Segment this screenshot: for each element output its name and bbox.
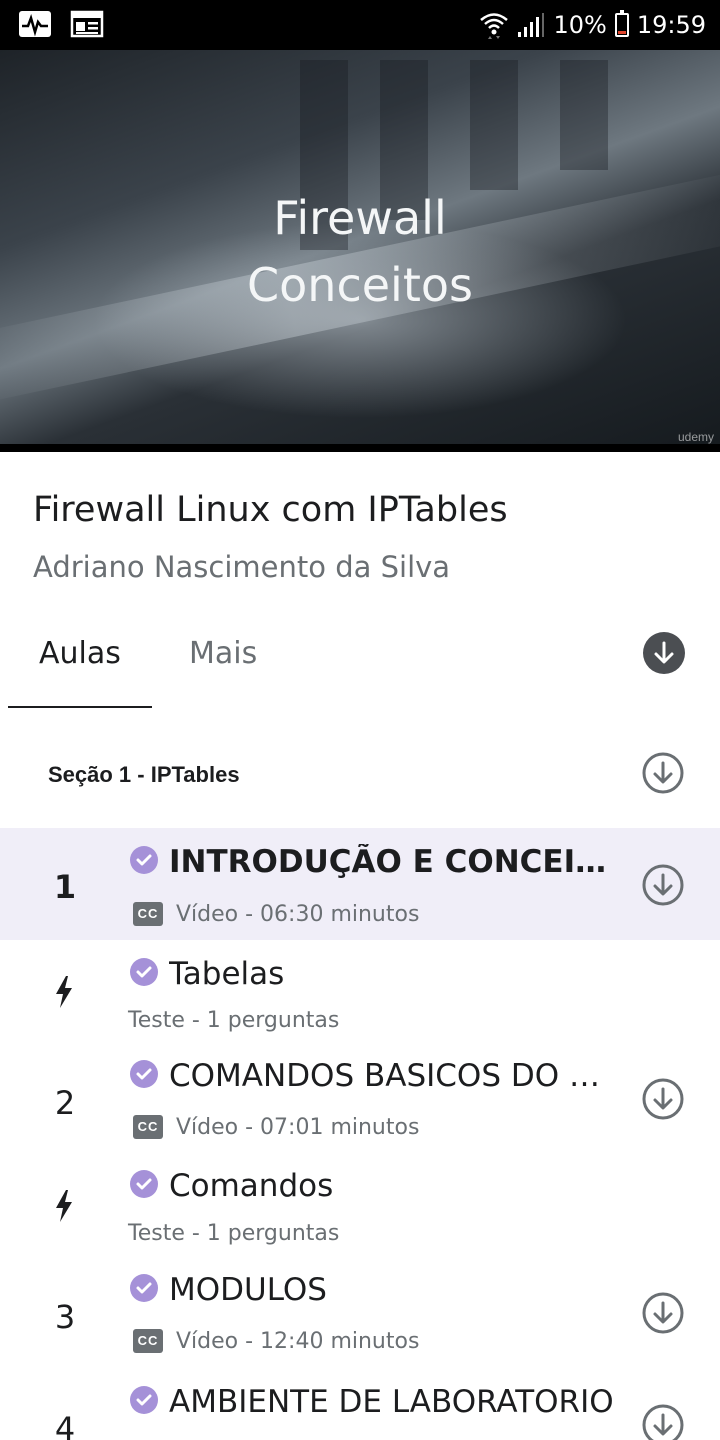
lesson-title: MODULOS [169,1272,327,1308]
video-watermark: udemy [677,430,714,444]
lesson-row[interactable]: 2 COMANDOS BASICOS DO IPTABLES CC Vídeo … [0,1048,720,1154]
signal-icon [518,13,545,37]
closed-captions-icon: CC [133,1115,163,1139]
video-title-line2: Conceitos [247,258,473,312]
lesson-download-button[interactable] [642,1078,684,1120]
download-icon [642,1292,684,1334]
closed-captions-icon: CC [133,1329,163,1353]
lesson-number: 3 [54,1298,76,1336]
tab-aulas[interactable]: Aulas [39,636,121,671]
quiz-bolt-icon [56,976,72,1008]
lesson-meta: Vídeo - 06:30 minutos [176,902,420,927]
lesson-row[interactable]: Comandos Teste - 1 perguntas [0,1154,720,1262]
lesson-number: 1 [53,868,77,906]
lesson-download-button[interactable] [642,1292,684,1334]
download-icon [642,1078,684,1120]
quiz-bolt-icon [56,1190,72,1222]
download-icon [642,1404,684,1440]
download-icon [642,864,684,906]
completed-check-icon [130,1170,158,1198]
completed-check-icon [130,1060,158,1088]
download-all-button[interactable] [643,632,685,674]
lesson-title: Comandos [169,1168,334,1204]
video-bottom-bar [0,444,720,452]
video-bg-shape [470,60,518,190]
lesson-row[interactable]: Tabelas Teste - 1 perguntas [0,940,720,1048]
wifi-icon [480,13,509,39]
completed-check-icon [130,1274,158,1302]
lesson-meta: Teste - 1 perguntas [128,1221,340,1246]
lesson-title: AMBIENTE DE LABORATORIO [169,1384,614,1420]
course-author[interactable]: Adriano Nascimento da Silva [33,550,450,584]
download-icon [654,641,674,664]
tab-mais[interactable]: Mais [189,636,257,671]
video-player[interactable]: Firewall Conceitos udemy [0,50,720,452]
news-feed-icon [70,10,104,38]
completed-check-icon [130,1386,158,1414]
battery-icon [614,10,629,37]
lesson-title: INTRODUÇÃO E CONCEITOS [169,844,609,880]
status-bar: 10% 19:59 [0,0,720,50]
lesson-row[interactable]: 1 INTRODUÇÃO E CONCEITOS CC Vídeo - 06:3… [0,828,720,940]
lesson-meta: Vídeo - 07:01 minutos [176,1115,420,1140]
section-title: Seção 1 - IPTables [48,762,240,787]
video-title-line1: Firewall [273,191,447,245]
lesson-download-button[interactable] [642,1404,684,1440]
completed-check-icon [130,958,158,986]
lesson-row[interactable]: 3 MODULOS CC Vídeo - 12:40 minutos [0,1262,720,1372]
lesson-row[interactable]: 4 AMBIENTE DE LABORATORIO [0,1372,720,1440]
closed-captions-icon: CC [133,902,163,926]
lesson-title: Tabelas [169,956,285,992]
status-left-icons [18,10,104,38]
lesson-number: 2 [54,1084,76,1122]
tab-selected-indicator [8,706,152,708]
lesson-download-button[interactable] [642,864,684,906]
lesson-meta: Vídeo - 12:40 minutos [176,1329,420,1354]
battery-percent: 10% [553,11,607,39]
status-right: 10% 19:59 [479,8,706,42]
video-bg-shape [560,60,608,170]
completed-check-icon [130,846,158,874]
activity-monitor-icon [19,11,51,37]
lesson-meta: Teste - 1 perguntas [128,1008,340,1033]
download-icon [642,752,684,794]
clock-time: 19:59 [636,11,706,39]
course-title: Firewall Linux com IPTables [33,490,508,530]
lesson-title: COMANDOS BASICOS DO IPTABLES [169,1058,609,1094]
lesson-number: 4 [54,1410,76,1440]
section-download-button[interactable] [642,752,684,794]
